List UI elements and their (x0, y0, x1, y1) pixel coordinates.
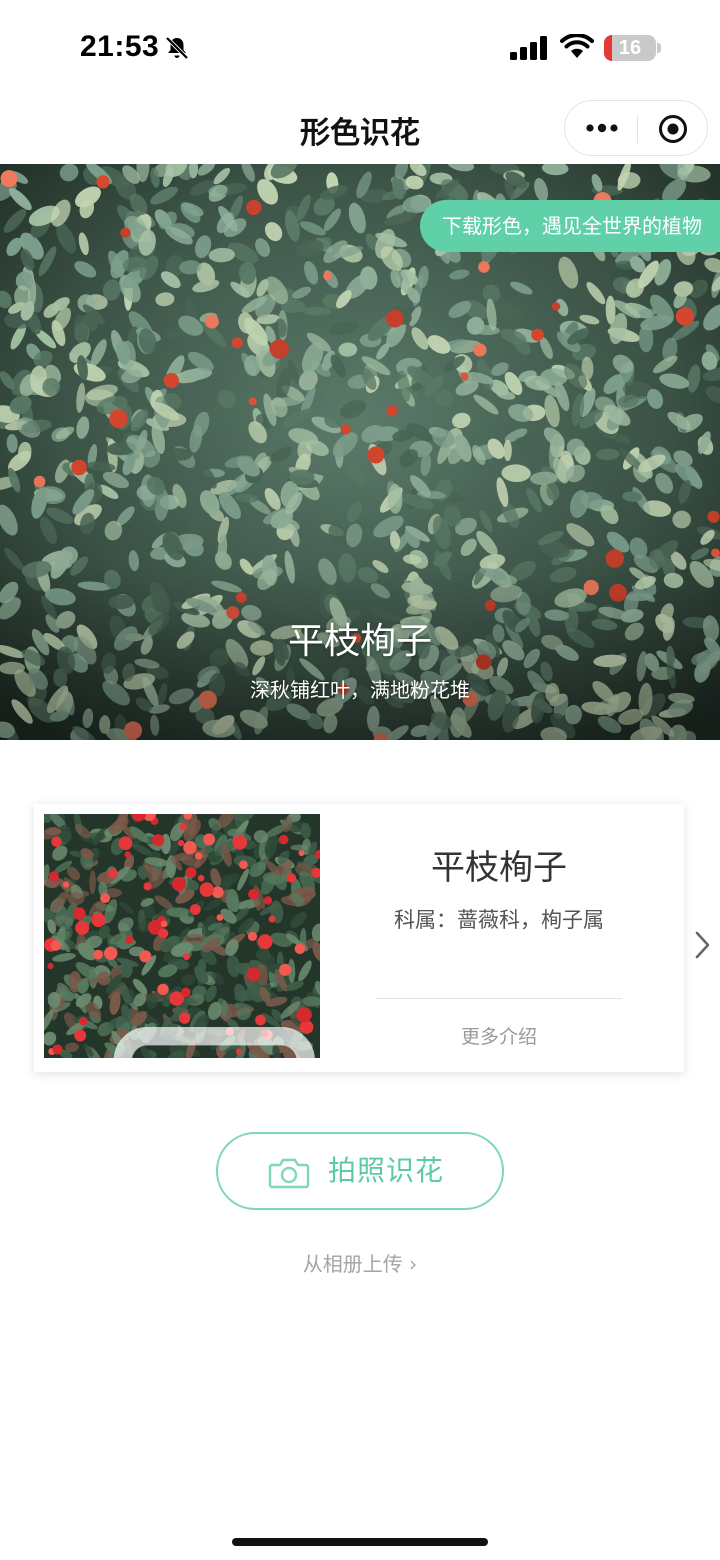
close-target-icon[interactable] (657, 113, 689, 145)
mini-program-capsule (564, 100, 708, 156)
wifi-icon (560, 34, 594, 58)
battery-icon: 16 (604, 35, 656, 61)
home-indicator (232, 1538, 488, 1546)
hero-plant-name: 平枝栒子 (287, 621, 432, 662)
more-info-link[interactable]: 更多介绍 (334, 1022, 664, 1049)
bell-muted-icon (165, 36, 189, 60)
capsule-divider (637, 115, 638, 143)
result-plant-name: 平枝栒子 (431, 848, 567, 888)
hero-tagline: 深秋铺红叶，满地粉花堆 (250, 678, 470, 702)
result-family-genus: 科属：蔷薇科，栒子属 (394, 908, 604, 932)
upload-from-album-link[interactable]: 从相册上传 › (0, 1248, 720, 1277)
download-app-banner[interactable]: 下载形色，遇见全世界的植物 (420, 200, 720, 252)
result-photo (44, 814, 320, 1058)
card-divider (376, 998, 622, 999)
result-card[interactable]: 平枝栒子 科属：蔷薇科，栒子属 更多介绍 (34, 804, 684, 1072)
status-bar: 21:53 16 (0, 0, 720, 96)
result-thumbnail[interactable] (44, 814, 320, 1058)
hero-plant-image: 下载形色，遇见全世界的植物 平枝栒子 深秋铺红叶，满地粉花堆 (0, 164, 720, 740)
more-dots-icon[interactable] (585, 111, 619, 145)
battery-level: 16 (618, 37, 642, 59)
camera-icon (268, 1158, 310, 1189)
battery-tip (657, 43, 661, 53)
take-photo-label: 拍照识花 (328, 1154, 445, 1187)
chevron-right-icon[interactable] (692, 930, 712, 960)
gallery-icon (113, 1027, 315, 1058)
take-photo-button[interactable]: 拍照识花 (216, 1132, 504, 1210)
status-time: 21:53 (80, 30, 160, 63)
cell-signal-icon (510, 36, 547, 60)
